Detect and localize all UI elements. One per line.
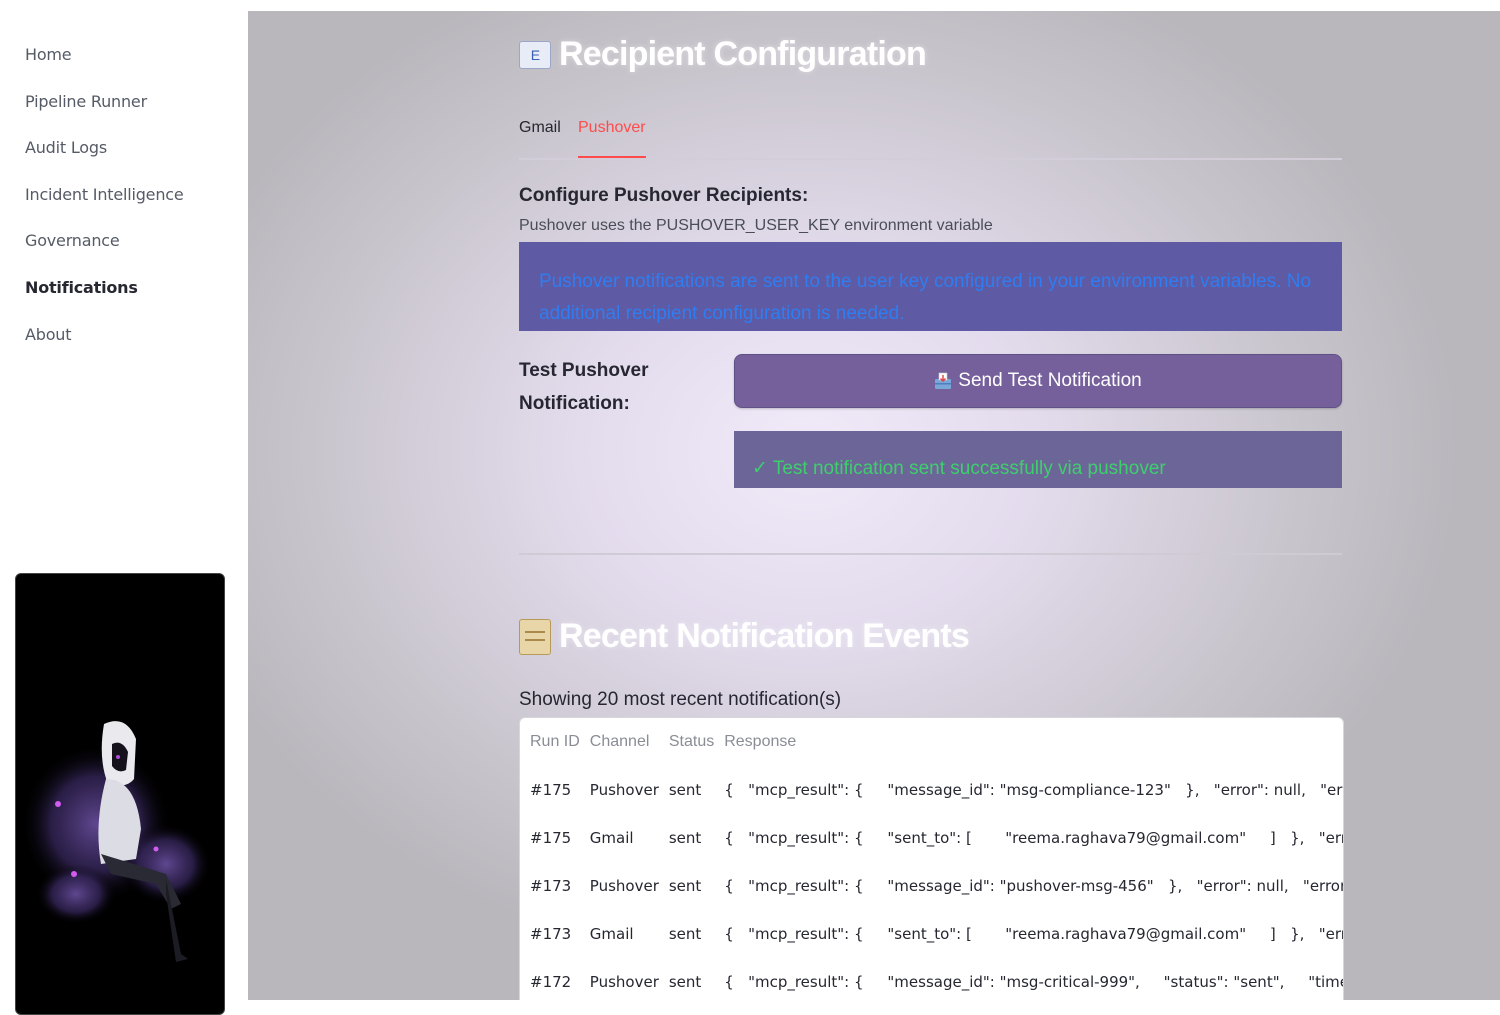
scroll-icon	[519, 618, 551, 655]
recipient-configuration-title: Recipient Configuration	[559, 35, 927, 73]
cell-response: { "mcp_result": { "message_id": "msg-com…	[724, 781, 1343, 799]
main-content: E Recipient Configuration Gmail Pushover…	[248, 11, 1500, 1000]
success-alert-text: ✓ Test notification sent successfully vi…	[752, 458, 1166, 479]
test-pushover-label-line-1: Test Pushover	[519, 360, 649, 381]
info-alert-line-2: additional recipient configuration is ne…	[539, 303, 905, 324]
cell-status: sent	[668, 973, 702, 991]
cell-run-id: #173	[530, 925, 572, 943]
cell-status: sent	[668, 877, 702, 895]
e-mail-icon: E	[519, 40, 551, 69]
table-row[interactable]: #173 Gmail sent { "mcp_result": { "sent_…	[520, 910, 1344, 958]
column-header-status[interactable]: Status	[659, 718, 714, 766]
cell-response: { "mcp_result": { "message_id": "pushove…	[724, 877, 1344, 895]
sidebar-item-notifications[interactable]: Notifications	[25, 273, 184, 320]
cell-channel: Pushover	[589, 973, 659, 991]
cell-run-id: #175	[530, 829, 572, 847]
sidebar-nav: Home Pipeline Runner Audit Logs Incident…	[25, 40, 184, 366]
column-header-channel[interactable]: Channel	[580, 718, 659, 766]
cell-status: sent	[668, 781, 702, 799]
section-divider	[519, 553, 1342, 555]
sidebar-item-about[interactable]: About	[25, 320, 184, 367]
sidebar: Home Pipeline Runner Audit Logs Incident…	[0, 0, 248, 1015]
success-alert: ✓ Test notification sent successfully vi…	[734, 431, 1342, 488]
channel-tabs: Gmail Pushover	[519, 111, 1342, 160]
pushover-caption: Pushover uses the PUSHOVER_USER_KEY envi…	[519, 217, 993, 234]
cell-response: { "mcp_result": { "sent_to": [ "reema.ra…	[724, 829, 1344, 847]
table-row[interactable]: #173 Pushover sent { "mcp_result": { "me…	[520, 862, 1344, 910]
cell-channel: Gmail	[589, 925, 634, 943]
test-pushover-label-line-2: Notification:	[519, 393, 630, 414]
cell-channel: Pushover	[589, 877, 659, 895]
tab-gmail[interactable]: Gmail	[519, 119, 561, 156]
hooded-figure-illustration	[21, 721, 211, 962]
column-header-response[interactable]: Response	[714, 718, 1343, 766]
cell-response: { "mcp_result": { "message_id": "msg-cri…	[724, 973, 1344, 991]
recent-events-heading: Recent Notification Events	[519, 617, 970, 656]
sidebar-item-pipeline-runner[interactable]: Pipeline Runner	[25, 87, 184, 134]
inbox-tray-icon	[934, 372, 952, 390]
configure-recipients-heading: Configure Pushover Recipients:	[519, 185, 809, 206]
cell-channel: Gmail	[589, 829, 634, 847]
cell-run-id: #175	[530, 781, 572, 799]
sidebar-item-home[interactable]: Home	[25, 40, 184, 87]
info-alert: Pushover notifications are sent to the u…	[519, 242, 1342, 331]
table-row[interactable]: #175 Gmail sent { "mcp_result": { "sent_…	[520, 814, 1344, 862]
cell-run-id: #172	[530, 973, 572, 991]
send-test-notification-label: Send Test Notification	[958, 370, 1142, 391]
test-pushover-label: Test Pushover Notification:	[519, 354, 689, 420]
events-count-text: Showing 20 most recent notification(s)	[519, 689, 842, 710]
info-alert-line-1: Pushover notifications are sent to the u…	[539, 271, 1312, 292]
hooded-figure-image	[15, 573, 225, 1015]
sidebar-item-governance[interactable]: Governance	[25, 226, 184, 273]
send-test-notification-button[interactable]: Send Test Notification	[734, 354, 1342, 408]
events-table[interactable]: Run ID Channel Status Response #175 Push…	[519, 717, 1344, 1000]
cell-status: sent	[668, 829, 702, 847]
table-row[interactable]: #175 Pushover sent { "mcp_result": { "me…	[520, 766, 1343, 814]
cell-channel: Pushover	[589, 781, 659, 799]
recent-events-title: Recent Notification Events	[559, 617, 970, 655]
cell-response: { "mcp_result": { "sent_to": [ "reema.ra…	[724, 925, 1344, 943]
column-header-run-id[interactable]: Run ID	[520, 718, 580, 766]
tab-pushover[interactable]: Pushover	[578, 119, 646, 158]
sidebar-item-incident-intelligence[interactable]: Incident Intelligence	[25, 180, 184, 227]
table-header-row: Run ID Channel Status Response	[520, 718, 1343, 766]
cell-run-id: #173	[530, 877, 572, 895]
sidebar-item-audit-logs[interactable]: Audit Logs	[25, 133, 184, 180]
cell-status: sent	[668, 925, 702, 943]
recipient-configuration-heading: E Recipient Configuration	[519, 35, 927, 74]
table-row[interactable]: #172 Pushover sent { "mcp_result": { "me…	[520, 958, 1344, 1000]
